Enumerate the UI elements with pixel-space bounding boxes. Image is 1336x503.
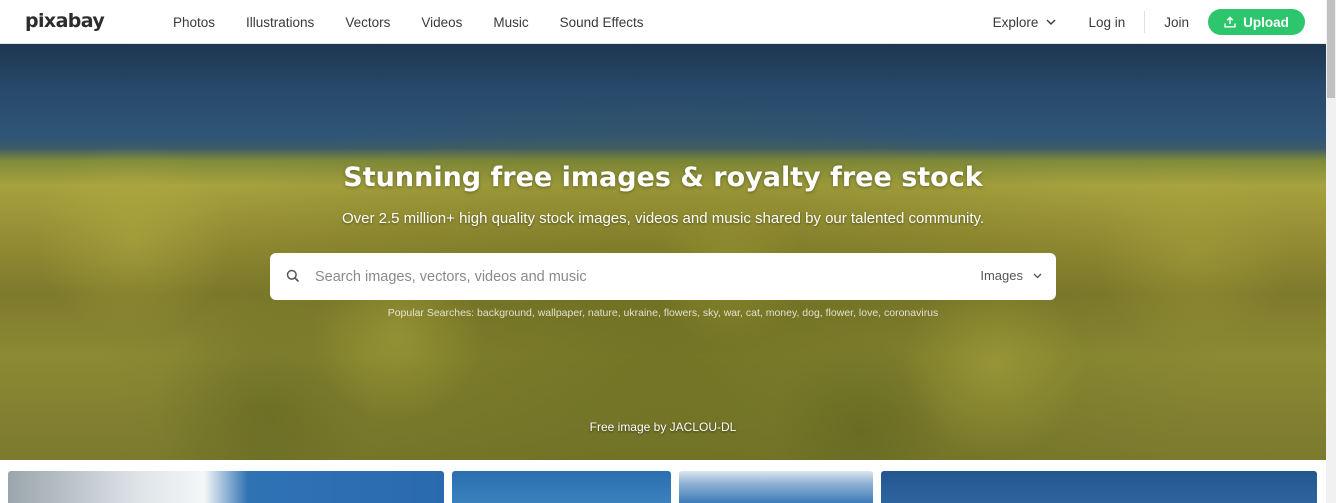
explore-dropdown[interactable]: Explore xyxy=(993,15,1057,30)
nav-photos[interactable]: Photos xyxy=(173,15,215,30)
upload-icon xyxy=(1224,16,1236,28)
main-nav: Photos Illustrations Vectors Videos Musi… xyxy=(173,0,674,44)
nav-divider xyxy=(1144,11,1146,33)
search-type-select[interactable]: Images xyxy=(980,268,1042,283)
top-navigation-bar: pixabay Photos Illustrations Vectors Vid… xyxy=(0,0,1326,44)
upload-label: Upload xyxy=(1243,14,1289,30)
search-bar: Images xyxy=(270,253,1056,300)
chevron-down-icon xyxy=(1046,19,1056,25)
nav-videos[interactable]: Videos xyxy=(421,15,462,30)
gallery-thumbnail[interactable] xyxy=(8,471,444,503)
gallery-thumbnail[interactable] xyxy=(452,471,671,503)
explore-label: Explore xyxy=(992,14,1039,30)
hero-subtitle: Over 2.5 million+ high quality stock ima… xyxy=(341,210,985,227)
search-icon[interactable] xyxy=(286,269,300,283)
nav-vectors[interactable]: Vectors xyxy=(345,15,390,30)
login-link[interactable]: Log in xyxy=(1088,15,1125,30)
nav-sound-effects[interactable]: Sound Effects xyxy=(560,15,644,30)
pixabay-logo[interactable]: pixabay xyxy=(25,10,105,32)
hero-banner: Stunning free images & royalty free stoc… xyxy=(0,44,1326,460)
search-type-label: Images xyxy=(980,268,1023,283)
search-input[interactable] xyxy=(315,262,935,291)
hero-title: Stunning free images & royalty free stoc… xyxy=(343,162,983,193)
nav-illustrations[interactable]: Illustrations xyxy=(246,15,314,30)
account-nav: Explore Log in Join Upload xyxy=(993,0,1305,44)
upload-button[interactable]: Upload xyxy=(1208,9,1305,35)
popular-searches[interactable]: Popular Searches: background, wallpaper,… xyxy=(0,307,1326,319)
page-scrollbar[interactable] xyxy=(1326,0,1336,503)
gallery-thumbnail[interactable] xyxy=(881,471,1317,503)
scrollbar-thumb[interactable] xyxy=(1327,0,1335,98)
join-link[interactable]: Join xyxy=(1164,15,1189,30)
nav-music[interactable]: Music xyxy=(493,15,528,30)
chevron-down-icon xyxy=(1033,273,1042,278)
gallery-thumbnail[interactable] xyxy=(679,471,873,503)
image-gallery xyxy=(0,460,1326,503)
image-credit[interactable]: Free image by JACLOU-DL xyxy=(0,420,1326,434)
